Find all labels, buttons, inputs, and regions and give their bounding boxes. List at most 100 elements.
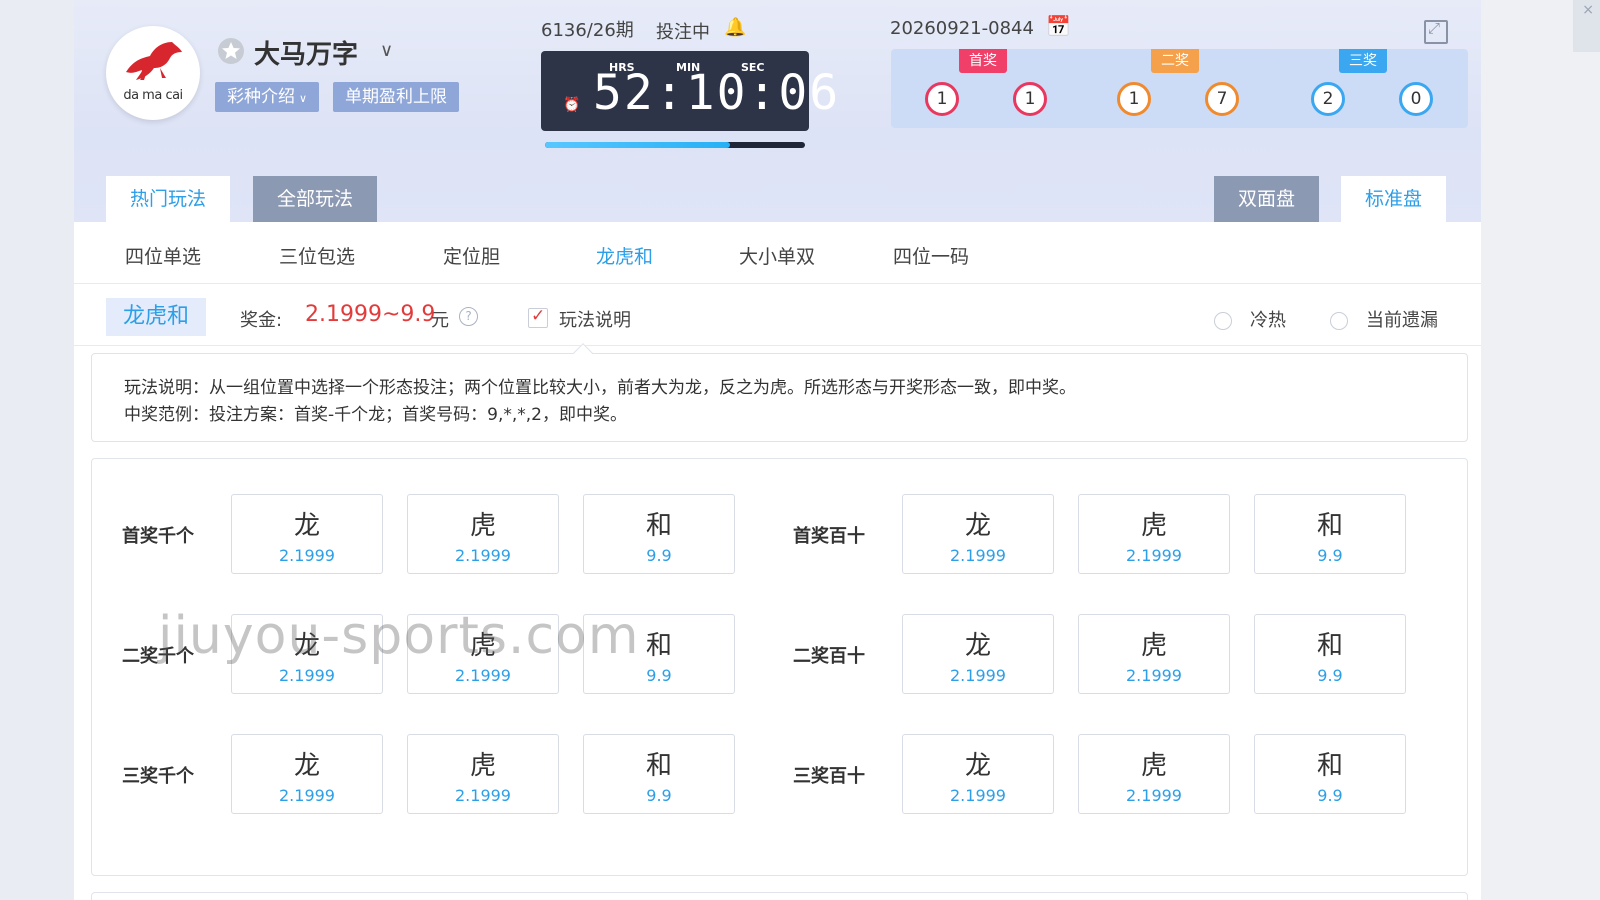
prize-tag: 三奖 (1339, 49, 1387, 73)
bet-option-button[interactable]: 龙 2.1999 (902, 614, 1054, 694)
alarm-clock-icon: ⏰ (563, 97, 581, 113)
bet-option-odds: 2.1999 (1126, 546, 1182, 565)
bet-option-name: 和 (1316, 631, 1343, 661)
subtab-item[interactable]: 四位单选 (125, 242, 201, 269)
bet-option-odds: 2.1999 (455, 786, 511, 805)
bet-row-label: 二奖百十 (793, 646, 865, 667)
brand-logo: da ma cai (106, 26, 200, 120)
result-ball: 2 (1311, 82, 1345, 116)
close-corner[interactable]: × (1573, 0, 1600, 52)
countdown-digits: 52:10:06 (593, 65, 841, 121)
help-toggle-checkbox[interactable]: ✓ (528, 306, 548, 328)
calendar-icon[interactable]: 📅 (1046, 14, 1071, 38)
subtab-item[interactable]: 龙虎和 (596, 242, 653, 269)
subtab-item[interactable]: 四位一码 (893, 242, 969, 269)
draw-id: 20260921-0844 (890, 18, 1034, 39)
game-title[interactable]: 大马万字 (254, 34, 358, 71)
bet-option-button[interactable]: 龙 2.1999 (902, 494, 1054, 574)
bottom-panel (91, 892, 1468, 900)
intro-button[interactable]: 彩种介绍 ∨ (215, 82, 320, 112)
bet-option-button[interactable]: 虎 2.1999 (1078, 494, 1230, 574)
bet-option-button[interactable]: 虎 2.1999 (407, 734, 559, 814)
bet-option-name: 和 (645, 511, 672, 541)
period-number: 6136/26期 (541, 20, 634, 41)
bet-option-button[interactable]: 和 9.9 (583, 734, 735, 814)
bet-row-label: 首奖百十 (793, 526, 865, 547)
bet-option-name: 龙 (964, 631, 991, 661)
bet-option-button[interactable]: 龙 2.1999 (231, 494, 383, 574)
chevron-down-icon: ∨ (299, 92, 308, 105)
bet-option-odds: 2.1999 (1126, 666, 1182, 685)
mode-divider (74, 345, 1481, 346)
cold-hot-radio[interactable] (1214, 312, 1232, 330)
subtab-item[interactable]: 三位包选 (279, 242, 355, 269)
prize-label: 奖金: (240, 310, 283, 331)
rules-line: 玩法说明：从一组位置中选择一个形态投注；两个位置比较大小，前者大为龙，反之为虎。… (124, 378, 1076, 398)
expand-icon[interactable]: ⤢ (1424, 19, 1448, 44)
bet-option-button[interactable]: 龙 2.1999 (231, 734, 383, 814)
prize-tag: 首奖 (959, 49, 1007, 73)
prize-range: 2.1999~9.9 (305, 302, 436, 327)
tab-double-sided[interactable]: 双面盘 (1214, 176, 1320, 222)
bet-option-name: 龙 (293, 751, 320, 781)
bet-row-label: 三奖千个 (122, 766, 194, 787)
cold-hot-label[interactable]: 冷热 (1250, 306, 1286, 332)
bet-option-name: 虎 (1140, 631, 1167, 661)
draw-results: 首奖 1 1 二奖 1 7 三奖 2 0 (891, 49, 1468, 128)
omission-label[interactable]: 当前遗漏 (1366, 306, 1438, 332)
result-ball: 0 (1399, 82, 1433, 116)
bet-option-button[interactable]: 虎 2.1999 (407, 494, 559, 574)
bet-option-name: 龙 (293, 511, 320, 541)
bet-option-button[interactable]: 和 9.9 (1254, 494, 1406, 574)
bet-option-button[interactable]: 和 9.9 (1254, 614, 1406, 694)
bet-option-odds: 2.1999 (950, 546, 1006, 565)
result-ball: 1 (1013, 82, 1047, 116)
bet-option-odds: 2.1999 (279, 666, 335, 685)
favorite-star-icon[interactable] (218, 38, 244, 64)
countdown-progress-fill (545, 142, 730, 148)
bet-option-odds: 2.1999 (455, 666, 511, 685)
bet-option-name: 龙 (964, 751, 991, 781)
bet-row-label: 首奖千个 (122, 526, 194, 547)
watermark: jiuyou-sports.com (158, 606, 640, 666)
help-icon[interactable]: ? (459, 307, 478, 326)
countdown-progress (545, 142, 805, 148)
bet-option-button[interactable]: 龙 2.1999 (902, 734, 1054, 814)
bet-option-odds: 9.9 (646, 786, 672, 805)
bet-option-odds: 9.9 (1317, 666, 1343, 685)
profit-cap-button[interactable]: 单期盈利上限 (333, 82, 459, 112)
bet-option-button[interactable]: 虎 2.1999 (1078, 734, 1230, 814)
bet-option-odds: 2.1999 (279, 786, 335, 805)
result-ball: 7 (1205, 82, 1239, 116)
countdown-timer: HRS MIN SEC ⏰ 52:10:06 (541, 51, 838, 131)
help-toggle-label[interactable]: 玩法说明 (559, 306, 631, 332)
tab-all-plays[interactable]: 全部玩法 (253, 176, 378, 222)
close-icon[interactable]: × (1582, 2, 1594, 18)
bet-option-name: 龙 (964, 511, 991, 541)
bet-option-name: 和 (645, 751, 672, 781)
bet-option-odds: 2.1999 (950, 786, 1006, 805)
bet-status: 投注中 (656, 22, 710, 43)
bet-option-button[interactable]: 和 9.9 (583, 494, 735, 574)
tab-hot-plays[interactable]: 热门玩法 (106, 176, 231, 222)
bell-icon: 🔔 (724, 17, 747, 38)
bet-option-odds: 2.1999 (1126, 786, 1182, 805)
logo-text: da ma cai (123, 88, 183, 103)
bet-row-label: 三奖百十 (793, 766, 865, 787)
omission-radio[interactable] (1330, 312, 1348, 330)
bet-option-button[interactable]: 和 9.9 (1254, 734, 1406, 814)
bet-option-odds: 9.9 (646, 666, 672, 685)
bet-option-button[interactable]: 虎 2.1999 (1078, 614, 1230, 694)
mode-badge: 龙虎和 (106, 298, 206, 336)
bet-option-name: 和 (1316, 751, 1343, 781)
result-ball: 1 (925, 82, 959, 116)
bet-option-odds: 2.1999 (455, 546, 511, 565)
chevron-down-icon[interactable]: ∨ (380, 40, 393, 61)
bet-option-name: 虎 (469, 751, 496, 781)
tab-standard[interactable]: 标准盘 (1341, 176, 1447, 222)
subtab-item[interactable]: 定位胆 (443, 242, 500, 269)
prize-tag: 二奖 (1151, 49, 1199, 73)
subtab-item[interactable]: 大小单双 (739, 242, 815, 269)
bet-option-odds: 9.9 (1317, 786, 1343, 805)
bet-option-odds: 9.9 (646, 546, 672, 565)
